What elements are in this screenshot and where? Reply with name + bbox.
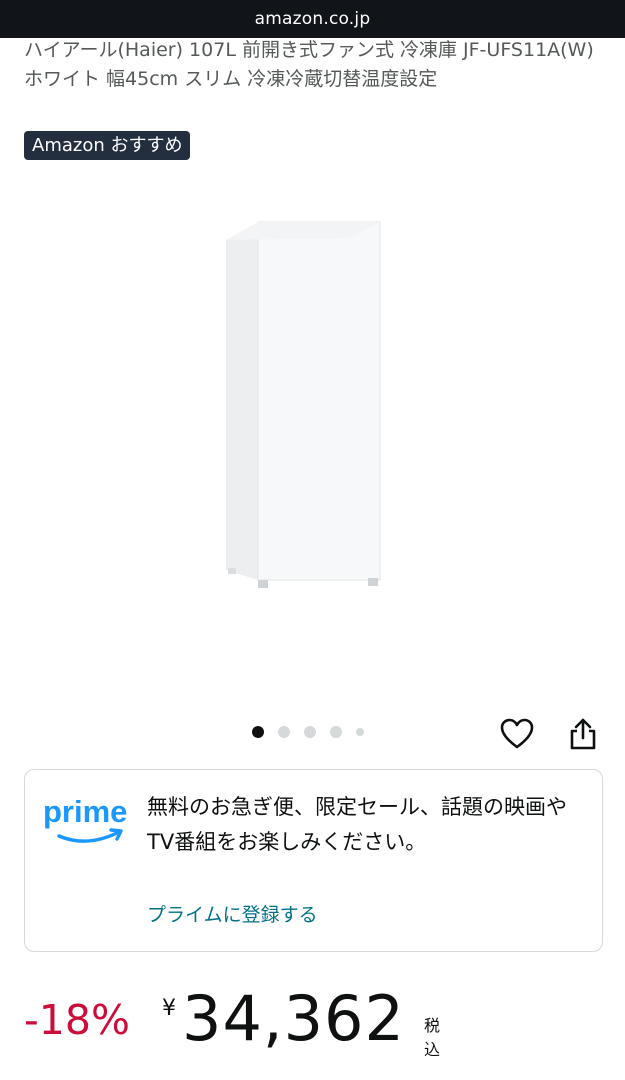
- share-button[interactable]: [563, 714, 603, 754]
- prime-signup-link[interactable]: プライムに登録する: [147, 900, 318, 927]
- product-image[interactable]: [0, 180, 625, 710]
- price-value: 34,362: [182, 982, 405, 1055]
- carousel-dot[interactable]: [278, 726, 290, 738]
- prime-description: 無料のお急ぎ便、限定セール、話題の映画やTV番組をお楽しみください。: [147, 795, 567, 854]
- prime-logo: prime: [43, 792, 133, 852]
- carousel-dot[interactable]: [330, 726, 342, 738]
- carousel-dot[interactable]: [252, 726, 264, 738]
- product-title: ハイアール(Haier) 107L 前開き式ファン式 冷凍庫 JF-UFS11A…: [24, 39, 594, 90]
- amazon-choice-badge: Amazon おすすめ: [24, 131, 191, 160]
- carousel-dots[interactable]: [252, 725, 364, 739]
- prime-logo-text: prime: [43, 794, 127, 829]
- freezer-image: [226, 221, 381, 588]
- discount-percentage: -18%: [24, 996, 130, 1044]
- share-icon: [570, 718, 596, 750]
- heart-icon: [500, 718, 534, 749]
- currency-symbol: ¥: [162, 996, 176, 1021]
- prime-promo-box: prime 無料のお急ぎ便、限定セール、話題の映画やTV番組をお楽しみください。…: [24, 769, 603, 952]
- carousel-dot[interactable]: [304, 726, 316, 738]
- url-text: amazon.co.jp: [254, 9, 371, 29]
- carousel-dot[interactable]: [356, 728, 364, 736]
- tax-label: 税込: [424, 1016, 441, 1059]
- favorite-button[interactable]: [497, 714, 537, 754]
- prime-logo-icon: prime: [43, 794, 127, 843]
- browser-url-bar[interactable]: amazon.co.jp: [0, 0, 625, 38]
